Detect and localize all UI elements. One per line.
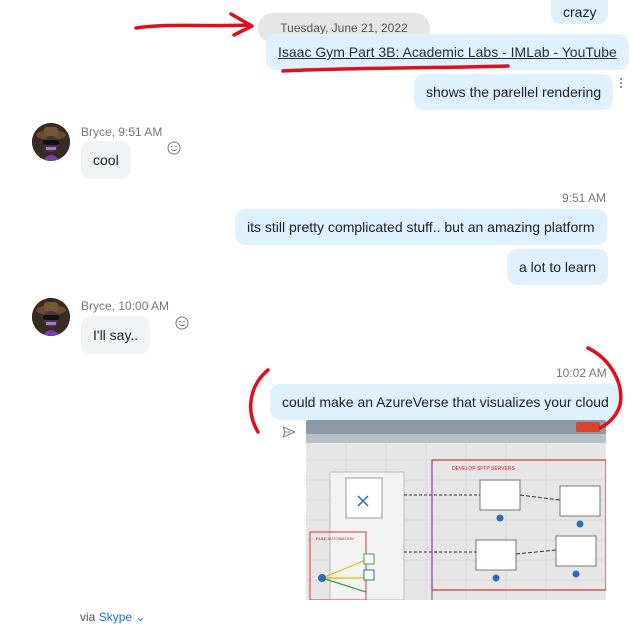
outgoing-message[interactable]: a lot to learn — [507, 249, 609, 285]
message-text: crazy — [563, 4, 597, 20]
smiley-icon[interactable] — [167, 141, 181, 155]
timestamp: 10:02 AM — [556, 366, 607, 380]
skype-link[interactable]: Skype — [99, 610, 132, 624]
image-attachment[interactable]: DEVELOP SFTP SERVERS RULE AUTOMATION — [306, 420, 606, 600]
timestamp: 9:51 AM — [562, 191, 607, 205]
more-options-icon[interactable] — [620, 78, 624, 90]
incoming-message[interactable]: cool — [81, 141, 131, 179]
outgoing-link-message[interactable]: Isaac Gym Part 3B: Academic Labs - IMLab… — [266, 34, 629, 70]
avatar[interactable] — [32, 123, 70, 161]
message-text: I'll say.. — [93, 327, 139, 343]
outgoing-message[interactable]: could make an AzureVerse that visualizes… — [270, 384, 621, 420]
message-text: shows the parellel rendering — [426, 84, 602, 100]
youtube-link[interactable]: Isaac Gym Part 3B: Academic Labs - IMLab… — [278, 44, 617, 60]
sender-label: Bryce, 10:00 AM — [81, 299, 170, 313]
outgoing-message[interactable]: its still pretty complicated stuff.. but… — [235, 209, 607, 245]
photo-label: DEVELOP SFTP SERVERS — [452, 466, 515, 472]
outgoing-message[interactable]: crazy — [551, 0, 609, 24]
message-text: cool — [93, 152, 119, 168]
incoming-message[interactable]: I'll say.. — [81, 316, 151, 354]
footer: via Skype ⌄ — [80, 610, 145, 624]
outgoing-message[interactable]: shows the parellel rendering — [414, 74, 614, 110]
message-text: could make an AzureVerse that visualizes… — [282, 394, 609, 410]
sender-label: Bryce, 9:51 AM — [81, 125, 163, 139]
photo-label: RULE AUTOMATION — [316, 536, 354, 541]
chevron-down-icon[interactable]: ⌄ — [135, 610, 145, 624]
footer-via: via — [80, 610, 96, 624]
message-text: a lot to learn — [519, 259, 597, 275]
smiley-icon[interactable] — [175, 316, 189, 330]
avatar[interactable] — [32, 298, 70, 336]
message-text: its still pretty complicated stuff.. but… — [247, 219, 595, 235]
send-icon[interactable] — [282, 426, 296, 438]
